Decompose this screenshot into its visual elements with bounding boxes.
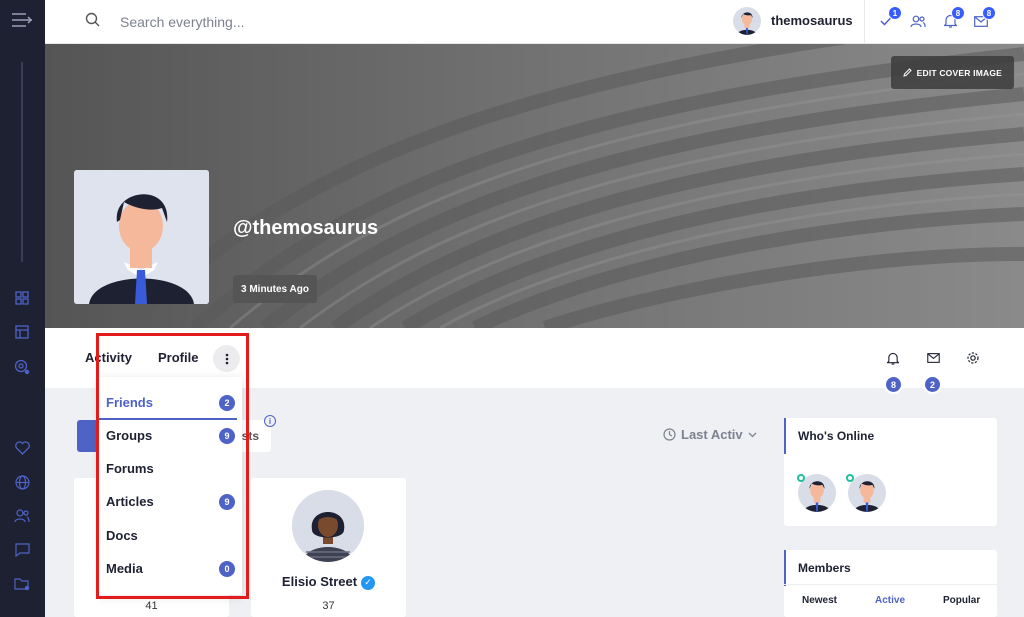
layout-icon[interactable] <box>12 322 32 342</box>
notifications-badge: 8 <box>951 6 965 20</box>
members-tab-newest[interactable]: Newest <box>802 595 837 606</box>
menu-toggle-icon[interactable] <box>12 10 32 30</box>
settings-user-icon[interactable] <box>12 357 32 377</box>
profile-mail-icon[interactable] <box>925 350 941 366</box>
members-tab-active[interactable]: Active <box>875 595 905 606</box>
whos-online-widget: Who's Online <box>784 418 997 526</box>
members-widget: Members Newest Active Popular <box>784 550 997 617</box>
profile-avatar[interactable] <box>74 170 209 304</box>
chevron-down-icon <box>748 432 757 437</box>
member-avatar[interactable] <box>292 490 364 562</box>
info-icon[interactable]: i <box>264 415 276 427</box>
chat-icon[interactable] <box>12 540 32 560</box>
profile-handle: @themosaurus <box>233 217 379 239</box>
edit-cover-label: EDIT COVER IMAGE <box>916 67 1002 78</box>
edit-cover-button[interactable]: EDIT COVER IMAGE <box>890 56 1014 89</box>
profile-notifications-badge: 8 <box>884 375 903 394</box>
globe-icon[interactable] <box>12 472 32 492</box>
sidebar-divider <box>21 62 23 262</box>
search-icon[interactable] <box>85 12 100 32</box>
user-name[interactable]: themosaurus <box>771 13 853 28</box>
online-user-avatar[interactable] <box>848 474 886 512</box>
profile-messages-badge: 2 <box>923 375 942 394</box>
sidebar <box>0 0 45 617</box>
user-avatar[interactable] <box>733 7 761 35</box>
online-status-dot <box>846 474 854 482</box>
verified-icon: ✓ <box>361 575 376 590</box>
member-card[interactable]: Elisio Street ✓ 37 <box>251 478 406 617</box>
dashboard-icon[interactable] <box>12 288 32 308</box>
last-active-badge: 3 Minutes Ago <box>233 275 317 303</box>
widget-accent <box>784 418 786 454</box>
friends-icon[interactable] <box>909 12 927 30</box>
users-icon[interactable] <box>12 506 32 526</box>
online-status-dot <box>797 474 805 482</box>
members-title: Members <box>798 561 851 575</box>
folder-icon[interactable] <box>12 574 32 594</box>
widget-accent <box>784 550 786 586</box>
messages-badge: 8 <box>982 6 996 20</box>
header-divider <box>864 0 865 44</box>
search-input[interactable] <box>120 11 480 33</box>
heart-icon[interactable] <box>12 438 32 458</box>
widget-divider <box>784 584 997 585</box>
top-bar: themosaurus 1 8 8 <box>45 0 1024 44</box>
profile-bell-icon[interactable] <box>885 350 901 366</box>
whos-online-title: Who's Online <box>798 429 875 443</box>
profile-settings-gear-icon[interactable] <box>965 350 981 366</box>
pencil-icon <box>902 68 912 77</box>
sort-select[interactable]: Last Activ <box>663 427 757 442</box>
members-tab-popular[interactable]: Popular <box>943 595 980 606</box>
member-count: 41 <box>145 600 158 612</box>
clock-icon <box>663 428 676 441</box>
member-name-text[interactable]: Elisio Street <box>282 574 357 589</box>
member-count: 37 <box>322 600 335 612</box>
sort-label: Last Activ <box>681 427 743 442</box>
member-name[interactable]: Elisio Street ✓ <box>251 574 406 590</box>
highlight-box <box>96 333 249 599</box>
tasks-badge: 1 <box>888 6 902 20</box>
